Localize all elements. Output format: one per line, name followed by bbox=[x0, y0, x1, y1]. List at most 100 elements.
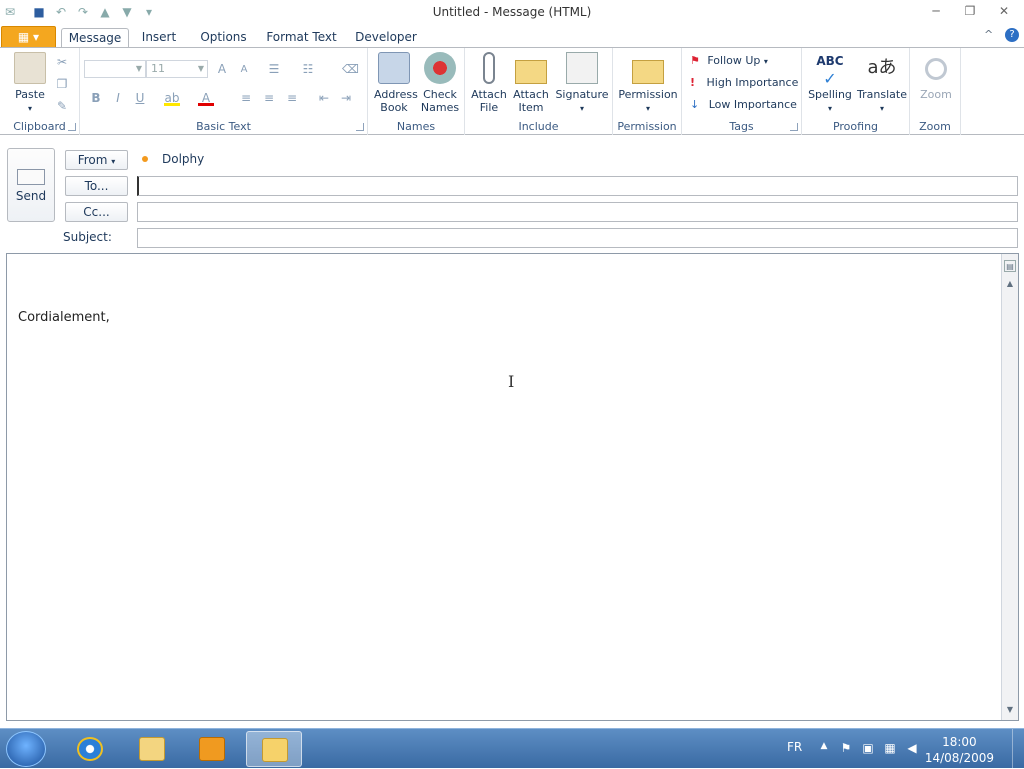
font-color-icon[interactable]: A bbox=[198, 90, 214, 106]
text-cursor-icon: I bbox=[508, 372, 515, 391]
scroll-down-icon[interactable]: ▼ bbox=[1004, 704, 1016, 716]
increase-indent-icon[interactable]: ⇥ bbox=[338, 90, 354, 106]
internet-explorer-icon bbox=[77, 737, 103, 761]
system-tray: FR ▲ ⚑ ▣ ▦ ◀ 18:00 14/08/2009 bbox=[764, 729, 1024, 769]
basic-text-group: ▼ 11 ▼ A A ☰ ☷ ⌫ B I U ab A ≡ ≡ ≡ ⇤ ⇥ Bas… bbox=[80, 48, 368, 135]
minimize-button[interactable]: ─ bbox=[922, 2, 950, 20]
align-center-icon[interactable]: ≡ bbox=[261, 90, 277, 106]
signature-icon bbox=[566, 52, 598, 84]
body-text[interactable]: Cordialement, bbox=[18, 310, 110, 325]
low-importance-icon: ↓ bbox=[690, 98, 700, 111]
ruler-toggle-icon[interactable]: ▤ bbox=[1004, 260, 1016, 272]
taskbar-media-player[interactable] bbox=[184, 731, 240, 767]
minimize-ribbon-icon[interactable]: ^ bbox=[984, 28, 993, 41]
tab-insert[interactable]: Insert bbox=[137, 28, 181, 48]
taskbar-explorer[interactable] bbox=[124, 731, 180, 767]
cut-icon[interactable]: ✂ bbox=[54, 54, 70, 70]
taskbar-outlook[interactable] bbox=[246, 731, 302, 767]
address-book-button[interactable]: Address Book bbox=[372, 52, 418, 114]
bullets-icon[interactable]: ☰ bbox=[266, 61, 282, 77]
check-names-icon bbox=[424, 52, 456, 84]
clock[interactable]: 18:00 14/08/2009 bbox=[925, 734, 994, 766]
subject-field[interactable] bbox=[137, 228, 1018, 248]
message-header: Send From ▾ Dolphy To... Cc... Subject: bbox=[0, 136, 1024, 252]
vertical-scrollbar[interactable]: ▤ ▲ ▼ bbox=[1001, 254, 1018, 720]
tab-developer[interactable]: Developer bbox=[353, 28, 419, 48]
numbering-icon[interactable]: ☷ bbox=[300, 61, 316, 77]
proofing-group-label: Proofing bbox=[832, 120, 879, 133]
show-hidden-icons-icon[interactable]: ▲ bbox=[816, 741, 832, 751]
permission-group: Permission ▾ Permission bbox=[613, 48, 682, 135]
basic-text-launcher[interactable] bbox=[356, 123, 364, 131]
action-center-flag-icon[interactable]: ⚑ bbox=[838, 741, 854, 755]
tags-launcher[interactable] bbox=[790, 123, 798, 131]
permission-button[interactable]: Permission ▾ bbox=[617, 52, 679, 115]
tab-options[interactable]: Options bbox=[196, 28, 251, 48]
tab-message[interactable]: Message bbox=[61, 28, 129, 48]
bold-icon[interactable]: B bbox=[88, 90, 104, 106]
network-icon[interactable]: ▦ bbox=[882, 741, 898, 755]
decrease-indent-icon[interactable]: ⇤ bbox=[316, 90, 332, 106]
cc-field[interactable] bbox=[137, 202, 1018, 222]
copy-icon[interactable]: ❐ bbox=[54, 76, 70, 92]
include-group-label: Include bbox=[518, 120, 559, 133]
align-right-icon[interactable]: ≡ bbox=[284, 90, 300, 106]
signature-button[interactable]: Signature ▾ bbox=[555, 52, 609, 115]
names-group-label: Names bbox=[396, 120, 436, 133]
taskbar-internet-explorer[interactable] bbox=[62, 731, 118, 767]
font-family-dropdown[interactable]: ▼ bbox=[84, 60, 146, 78]
high-importance-icon: ! bbox=[690, 76, 696, 89]
start-button[interactable] bbox=[6, 731, 46, 767]
subject-label: Subject: bbox=[63, 230, 112, 244]
translate-icon: aあ bbox=[867, 57, 897, 78]
to-field[interactable] bbox=[137, 176, 1018, 196]
font-size-dropdown[interactable]: 11 ▼ bbox=[146, 60, 208, 78]
scroll-up-icon[interactable]: ▲ bbox=[1004, 278, 1016, 290]
basic-text-group-label: Basic Text bbox=[196, 120, 251, 133]
permission-group-label: Permission bbox=[617, 120, 677, 133]
message-body[interactable]: Cordialement, ▤ ▲ ▼ bbox=[6, 253, 1019, 721]
paperclip-icon bbox=[483, 52, 495, 84]
highlight-icon[interactable]: ab bbox=[164, 90, 180, 106]
zoom-button[interactable]: Zoom bbox=[914, 52, 958, 101]
clock-date: 14/08/2009 bbox=[924, 751, 994, 765]
attach-item-button[interactable]: Attach Item bbox=[511, 52, 551, 114]
clipboard-launcher[interactable] bbox=[68, 123, 76, 131]
restore-button[interactable]: ❐ bbox=[956, 2, 984, 20]
translate-button[interactable]: aあ Translate ▾ bbox=[856, 52, 908, 115]
show-desktop-button[interactable] bbox=[1012, 729, 1024, 769]
check-names-button[interactable]: Check Names bbox=[418, 52, 462, 114]
tab-format-text[interactable]: Format Text bbox=[266, 28, 337, 48]
follow-up-button[interactable]: ⚑ Follow Up ▾ bbox=[690, 51, 768, 71]
high-importance-button[interactable]: ! High Importance bbox=[690, 73, 798, 93]
to-button[interactable]: To... bbox=[65, 176, 128, 196]
tags-group-label: Tags bbox=[729, 120, 754, 133]
clipboard-group: Paste ▾ ✂ ❐ ✎ Clipboard bbox=[0, 48, 80, 135]
file-button[interactable]: ▦ ▾ bbox=[1, 26, 56, 48]
paste-button[interactable]: Paste ▾ bbox=[10, 52, 50, 115]
outlook-icon bbox=[262, 738, 288, 762]
send-button[interactable]: Send bbox=[7, 148, 55, 222]
italic-icon[interactable]: I bbox=[110, 90, 126, 106]
ribbon: Paste ▾ ✂ ❐ ✎ Clipboard ▼ 11 ▼ A A ☰ ☷ ⌫ B… bbox=[0, 47, 1024, 135]
low-importance-button[interactable]: ↓ Low Importance bbox=[690, 95, 797, 115]
align-left-icon[interactable]: ≡ bbox=[238, 90, 254, 106]
close-button[interactable]: ✕ bbox=[990, 2, 1018, 20]
volume-icon[interactable]: ◀ bbox=[904, 741, 920, 755]
folder-icon bbox=[139, 737, 165, 761]
shrink-font-icon[interactable]: A bbox=[236, 62, 252, 78]
from-account-name: Dolphy bbox=[162, 152, 205, 166]
spelling-button[interactable]: ABC ✓ Spelling ▾ bbox=[806, 52, 854, 115]
ribbon-tabs: ▦ ▾ Message Insert Options Format Text D… bbox=[0, 26, 1024, 48]
help-icon[interactable]: ? bbox=[1005, 28, 1019, 42]
underline-icon[interactable]: U bbox=[132, 90, 148, 106]
attach-file-button[interactable]: Attach File bbox=[469, 52, 509, 114]
clear-formatting-icon[interactable]: ⌫ bbox=[342, 61, 359, 77]
format-painter-icon[interactable]: ✎ bbox=[54, 98, 70, 114]
cc-button[interactable]: Cc... bbox=[65, 202, 128, 222]
language-indicator[interactable]: FR bbox=[787, 740, 802, 754]
from-button[interactable]: From ▾ bbox=[65, 150, 128, 170]
device-icon[interactable]: ▣ bbox=[860, 741, 876, 755]
title-bar: ✉ ■ ↶ ↷ ▲ ▼ ▾ Untitled - Message (HTML) … bbox=[0, 0, 1024, 26]
grow-font-icon[interactable]: A bbox=[214, 61, 230, 77]
